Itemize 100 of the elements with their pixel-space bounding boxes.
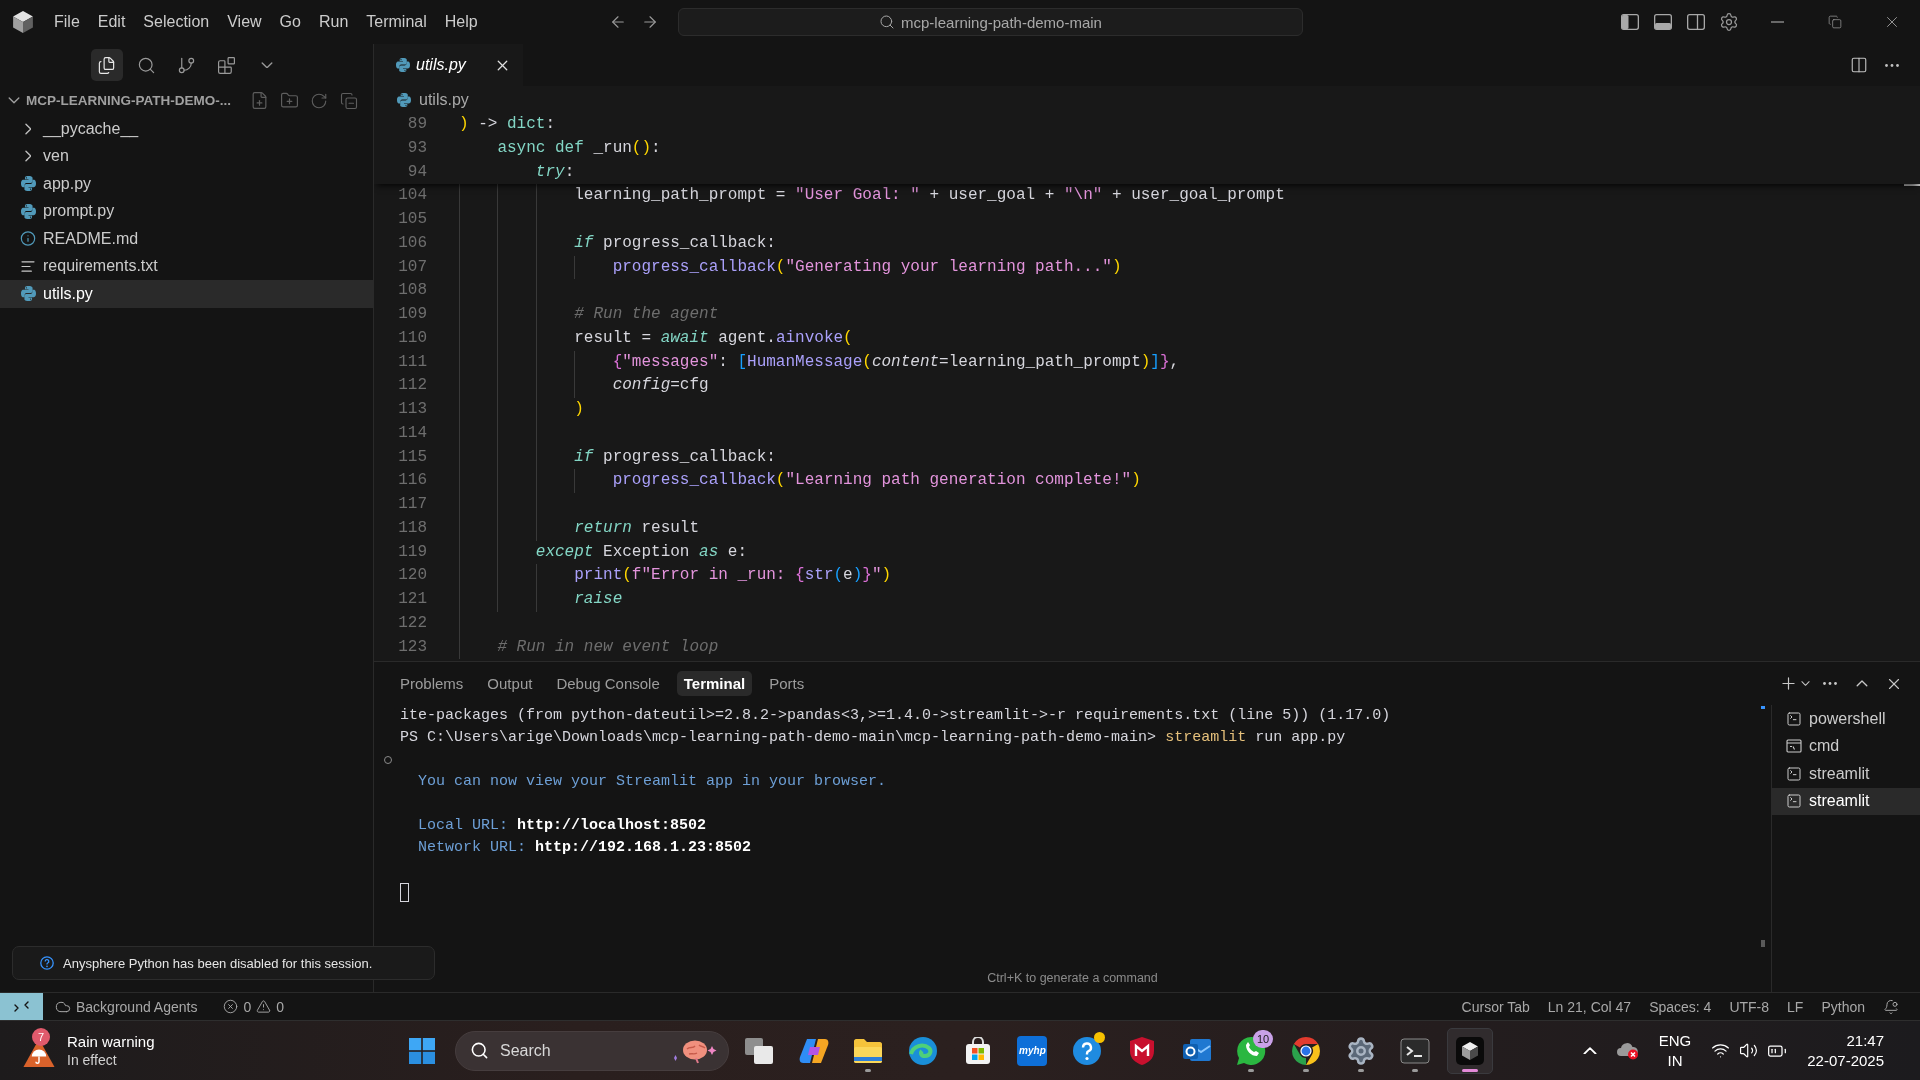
chevron-down-icon [1800,681,1810,686]
menu-item[interactable]: Selection [134,7,219,37]
code-line: learning_path_prompt = "User Goal: " + user_goal + "\n" + user_goal_prompt [459,184,1285,208]
panel-tab[interactable]: Debug Console [549,671,667,696]
bell-icon [1883,998,1899,1015]
console-window-icon [1786,739,1802,754]
code-line: raise [459,588,623,612]
menu-item[interactable]: Terminal [357,7,436,37]
line-number: 115 [397,446,427,468]
help-icon [1072,1035,1103,1066]
split-editor-icon [1850,56,1868,74]
volume-icon [1739,1041,1759,1060]
line-number: 116 [397,470,427,492]
taskbar-app-button[interactable]: myhp [1009,1027,1056,1074]
menu-item[interactable]: Help [435,7,487,37]
breadcrumb-item[interactable]: utils.py [397,90,469,109]
line-number: 120 [397,565,427,587]
python-file-icon [20,176,36,192]
status-item[interactable]: Python [1812,993,1874,1020]
terminal-session[interactable]: streamlit [1772,787,1920,815]
status-item[interactable]: LF [1778,993,1813,1020]
explorer-row[interactable]: README.md [0,225,373,253]
view-tab[interactable] [90,49,123,81]
line-number: 119 [397,541,427,563]
command-center-field[interactable]: mcp-learning-path-demo-main [678,8,1303,36]
search-icon [470,1041,489,1060]
panel-tab[interactable]: Output [480,671,540,696]
code-line: if progress_callback: [459,445,776,470]
panel-tab[interactable]: Problems [393,671,471,696]
line-number: 104 [397,185,427,207]
code-line: result = await agent.ainvoke( [459,326,853,351]
menu-item[interactable]: View [218,7,271,37]
menu-item[interactable]: Go [270,7,310,37]
explorer-row[interactable]: requirements.txt [0,252,373,280]
explorer-row[interactable]: ven [0,142,373,170]
terminal-session[interactable]: powershell [1772,705,1920,733]
explorer-row[interactable]: prompt.py [0,197,373,225]
more-icon [1885,63,1899,67]
search-field[interactable]: Search [455,1030,729,1071]
files-icon [97,55,116,75]
line-number: 110 [397,327,427,349]
status-item[interactable]: Cursor Tab [1452,993,1539,1020]
code-line: except Exception as e: [459,540,748,565]
editor-tab[interactable]: utils.py [374,44,523,86]
line-number: 117 [397,494,427,515]
status-item[interactable]: Spaces: 4 [1640,993,1721,1020]
collapse-all-icon [340,91,358,110]
running-indicator [1412,1068,1419,1072]
menu-item[interactable]: File [45,7,89,37]
explorer-row[interactable]: __pycache__ [0,115,373,143]
terminal-icon [1786,765,1802,782]
notification-message: Anysphere Python has been disabled for this session. [63,955,373,971]
line-number: 121 [397,589,427,610]
weather-widget[interactable]: 7 Rain warning In effect [18,1026,161,1075]
code-line: {"messages": [HumanMessage(content=learning_path_prompt)]}, [459,350,1180,375]
search-icon [879,14,896,30]
terminal-session[interactable]: streamlit [1772,760,1920,788]
line-number: 106 [397,232,427,254]
taskbar-app-button[interactable]: 10 [1228,1027,1275,1074]
language-button[interactable]: ENG IN [1652,1028,1698,1073]
panel-tab[interactable]: Ports [762,671,812,696]
background-agents-button[interactable]: Background Agents [46,993,207,1020]
explorer-row[interactable]: app.py [0,170,373,198]
panel-tab[interactable]: Terminal [676,671,753,696]
menu-item[interactable]: Run [309,7,358,37]
clock-button[interactable]: 21:47 22-07-2025 [1801,1028,1890,1073]
python-file-icon [397,92,411,107]
line-number: 105 [397,209,427,230]
terminal-line: Network URL: http://192.168.1.23:8502 [417,838,752,858]
cube-icon [1455,1036,1484,1065]
status-item[interactable]: Ln 21, Col 47 [1538,993,1641,1020]
blocks-icon [217,55,236,75]
problems-button[interactable]: 0 0 [214,993,293,1020]
line-number: 108 [397,280,427,302]
terminal-session[interactable]: cmd [1772,732,1920,760]
new-folder-icon [279,91,299,110]
line-number: 113 [397,399,427,420]
warning-icon [256,999,272,1014]
line-number: 89 [406,114,427,135]
start-icon [409,1037,435,1064]
wifi-icon [1711,1041,1731,1060]
cloud-error-icon [1614,1041,1639,1060]
terminal-line: PS C:\Users\arige\Downloads\mcp-learning-path-demo-main\mcp-learning-path-demo-main> streamlit run app.py [400,728,1346,748]
wave-circle-icon [908,1035,939,1066]
weather-title: Rain warning [67,1031,155,1051]
line-number: 123 [397,636,427,658]
chevron-down-icon [260,61,273,69]
python-file-icon [396,58,410,72]
more-icon [1823,682,1837,685]
taskbar-app-button[interactable] [1446,1027,1493,1074]
chevron-up-icon [1582,1046,1597,1055]
remote-icon [14,1001,29,1012]
running-indicator [1357,1068,1364,1072]
code-line: try: [534,161,575,183]
running-indicator [1461,1068,1478,1072]
explorer-row[interactable]: utils.py [0,280,373,308]
status-item[interactable]: UTF-8 [1720,993,1779,1020]
info-icon [20,230,36,248]
remote-button[interactable] [0,993,43,1020]
menu-item[interactable]: Edit [88,7,135,37]
